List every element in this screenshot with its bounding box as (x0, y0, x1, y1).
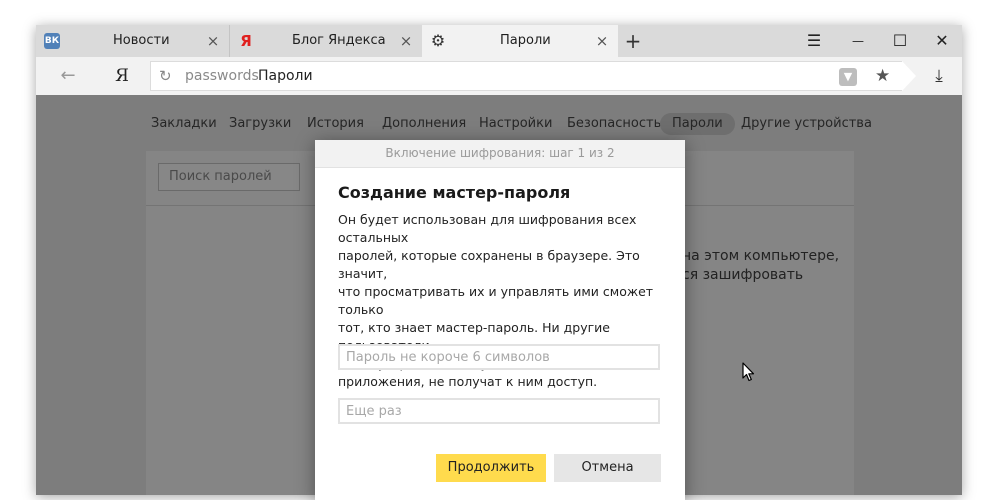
master-password-dialog: Включение шифрования: шаг 1 из 2 Создани… (315, 140, 685, 500)
repeat-password-input[interactable] (338, 398, 660, 424)
gear-icon: ⚙ (430, 31, 446, 50)
menu-icon[interactable]: ☰ (792, 27, 836, 55)
new-tab-button[interactable]: + (622, 29, 644, 53)
dialog-description-line: паролей, которые сохранены в браузере. Э… (338, 248, 640, 281)
master-password-input[interactable] (338, 344, 660, 370)
background-text-line: на этом компьютере, (682, 248, 840, 264)
tab-close-icon[interactable]: × (205, 33, 221, 49)
tab-close-icon[interactable]: × (398, 33, 414, 49)
nav-item-downloads[interactable]: Загрузки (229, 113, 291, 135)
dialog-description-line: приложения, не получат к ним доступ. (338, 374, 598, 389)
tab-title: Блог Яндекса (292, 33, 386, 48)
url-host: passwords (185, 68, 259, 84)
dialog-title: Создание мастер-пароля (338, 183, 571, 202)
dialog-description-line: что просматривать их и управлять ими смо… (338, 284, 654, 317)
tab-title: Пароли (500, 33, 551, 48)
bookmark-star-icon[interactable]: ★ (875, 65, 890, 87)
nav-item-other-devices[interactable]: Другие устройства (741, 113, 872, 135)
nav-item-security[interactable]: Безопасность (567, 113, 661, 135)
close-window-button[interactable]: ✕ (920, 27, 962, 55)
mouse-cursor-icon (742, 362, 755, 382)
vk-icon: ВК (44, 33, 60, 49)
tab-news[interactable]: ВК Новости × (36, 25, 229, 57)
dialog-step-indicator: Включение шифрования: шаг 1 из 2 (315, 140, 685, 168)
yandex-logo[interactable]: Я (112, 63, 132, 89)
tab-close-icon[interactable]: × (594, 33, 610, 49)
maximize-button[interactable]: ☐ (878, 27, 922, 55)
nav-item-history[interactable]: История (307, 113, 364, 135)
address-toolbar: ← Я ↻ passwords Пароли ▼ ★ ⤓ (36, 57, 962, 95)
tab-title: Новости (113, 33, 170, 48)
password-search-input[interactable]: Поиск паролей (158, 163, 300, 191)
tab-passwords[interactable]: ⚙ Пароли × (422, 25, 618, 57)
download-icon[interactable]: ⤓ (928, 63, 950, 89)
nav-item-settings[interactable]: Настройки (479, 113, 552, 135)
nav-item-passwords[interactable]: Пароли (660, 113, 735, 135)
tab-yandex-blog[interactable]: Я Блог Яндекса × (229, 25, 422, 57)
minimize-button[interactable]: — (836, 27, 880, 55)
dialog-description-line: Он будет использован для шифрования всех… (338, 212, 637, 245)
nav-item-bookmarks[interactable]: Закладки (151, 113, 217, 135)
background-text: на этом компьютере, ся зашифровать (682, 247, 839, 285)
address-bar[interactable]: ↻ passwords Пароли ▼ ★ (150, 61, 916, 91)
settings-nav: Закладки Загрузки История Дополнения Нас… (36, 109, 962, 139)
background-text-line: ся зашифровать (682, 267, 804, 283)
protect-shield-icon[interactable]: ▼ (839, 68, 857, 86)
url-page-title: Пароли (258, 68, 313, 84)
reload-icon[interactable]: ↻ (159, 66, 175, 86)
cancel-button[interactable]: Отмена (554, 454, 661, 482)
continue-button[interactable]: Продолжить (436, 454, 546, 482)
yandex-icon: Я (240, 32, 252, 50)
nav-item-extensions[interactable]: Дополнения (382, 113, 466, 135)
back-arrow-icon[interactable]: ← (56, 63, 80, 89)
tab-strip: ВК Новости × Я Блог Яндекса × ⚙ Пароли ×… (36, 25, 962, 57)
